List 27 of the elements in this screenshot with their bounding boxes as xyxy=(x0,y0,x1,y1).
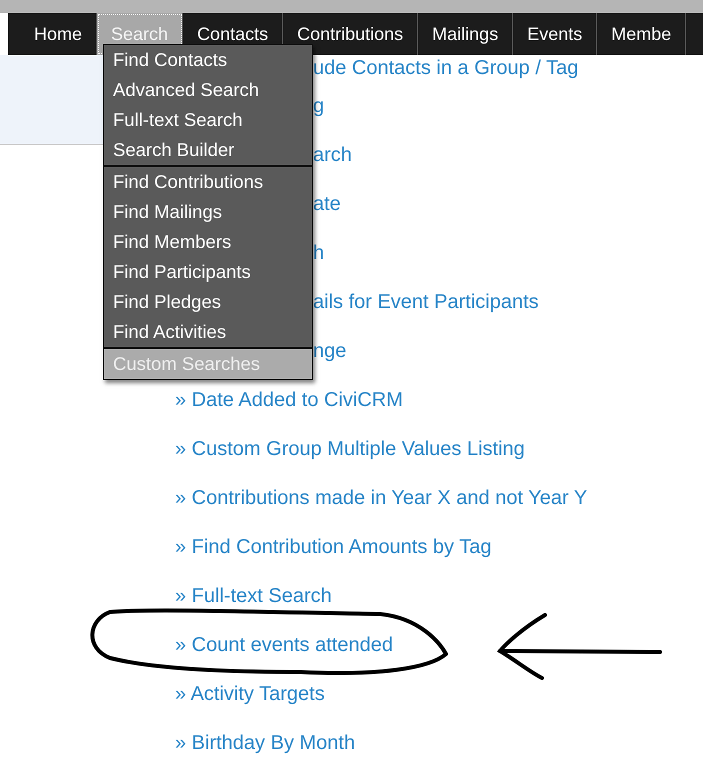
search-link[interactable]: nge xyxy=(313,340,346,362)
menu-item[interactable]: Search Builder xyxy=(104,135,312,165)
search-link[interactable]: » Count events attended xyxy=(175,634,393,656)
menu-item[interactable]: Full-text Search xyxy=(104,105,312,135)
search-link[interactable]: g xyxy=(313,94,324,116)
menu-item[interactable]: Find Mailings xyxy=(104,197,312,227)
search-link[interactable]: ails for Event Participants xyxy=(313,290,539,312)
menu-item[interactable]: Find Contributions xyxy=(104,167,312,197)
search-link[interactable]: ate xyxy=(313,192,341,214)
menu-item[interactable]: Advanced Search xyxy=(104,75,312,105)
search-link[interactable]: » Custom Group Multiple Values Listing xyxy=(175,438,525,460)
search-link[interactable]: » Contributions made in Year X and not Year Y xyxy=(175,486,588,508)
search-link[interactable]: h xyxy=(313,242,324,264)
nav-tab[interactable]: Mailings xyxy=(418,13,514,55)
menu-item[interactable]: Find Pledges xyxy=(104,287,312,317)
search-link[interactable]: » Date Added to CiviCRM xyxy=(175,388,403,410)
search-link[interactable]: » Activity Targets xyxy=(175,682,325,704)
search-link[interactable]: ude Contacts in a Group / Tag xyxy=(313,57,578,79)
search-link[interactable]: » Full-text Search xyxy=(175,584,332,606)
menu-item[interactable]: Find Participants xyxy=(104,257,312,287)
nav-tab[interactable]: Events xyxy=(513,13,598,55)
menu-item[interactable]: Find Activities xyxy=(104,317,312,347)
nav-tab[interactable]: Membe xyxy=(597,13,686,55)
search-link[interactable]: arch xyxy=(313,144,352,166)
search-link[interactable]: » Birthday By Month xyxy=(175,732,356,754)
menu-item[interactable]: Find Members xyxy=(104,227,312,257)
search-link[interactable]: » Find Contribution Amounts by Tag xyxy=(175,536,492,558)
